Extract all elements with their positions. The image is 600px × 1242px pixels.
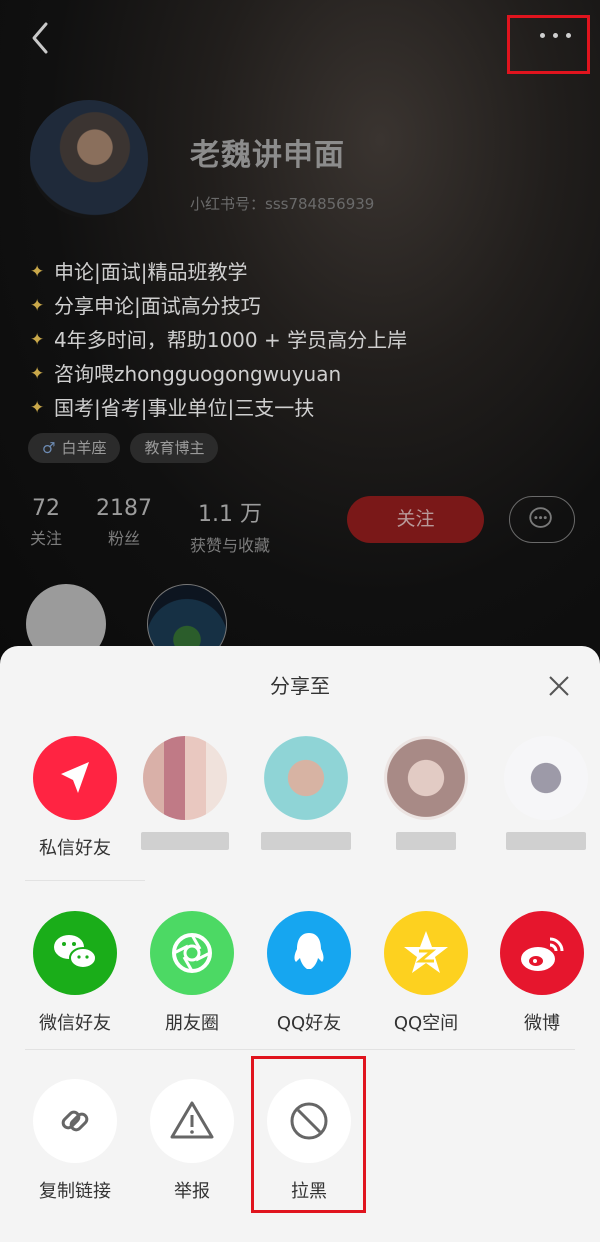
warning-icon [150,1079,234,1163]
stat-label: 粉丝 [107,529,140,548]
chat-bubble-icon [529,507,552,528]
stat-followers[interactable]: 2187 粉丝 [94,496,154,549]
bio-text: 4年多时间，帮助1000 + 学员高分上岸 [54,328,408,352]
stat-label: 获赞与收藏 [189,536,270,555]
share-label: 举报 [174,1181,210,1202]
share-label: 朋友圈 [165,1013,219,1034]
close-icon[interactable] [546,673,572,699]
share-label: 私信好友 [39,838,111,859]
bio-text: 分享申论|面试高分技巧 [54,294,261,318]
tag-category: 教育博主 [130,433,219,463]
red-id: 小红书号：sss784856939 [190,195,375,213]
sparkle-icon: ✦ [30,330,45,350]
contact-avatar [264,736,348,820]
contact-item[interactable] [256,736,356,850]
highlight-box [251,1056,366,1213]
wechat-icon [33,911,117,995]
share-label: QQ好友 [276,1013,342,1034]
contact-name [506,832,586,850]
follow-button[interactable]: 关注 [347,496,484,543]
qq-icon [267,911,351,995]
contact-item[interactable] [376,736,476,850]
share-qq[interactable]: QQ好友 [259,911,359,1035]
bio-line: ✦ 申论|面试|精品班教学 [30,255,407,289]
profile-header: 老魏讲申面 小红书号：sss784856939 ✦ 申论|面试|精品班教学 ✦ 分享… [0,0,600,664]
bio-text: 申论|面试|精品班教学 [54,260,248,284]
stat-likes[interactable]: 1.1 万 获赞与收藏 [180,496,280,556]
moments-icon [150,911,234,995]
stat-label: 关注 [29,529,62,548]
share-label: 微信好友 [39,1013,111,1034]
share-label: QQ空间 [393,1013,459,1034]
copy-link-button[interactable]: 复制链接 [25,1079,125,1203]
message-button[interactable] [509,496,575,543]
bio-text: 国考|省考|事业单位|三支一扶 [54,396,315,420]
profile-name: 老魏讲申面 [190,138,345,173]
share-weibo[interactable]: 微博 [492,911,592,1035]
contact-item[interactable] [135,736,235,850]
sparkle-icon: ✦ [30,296,45,316]
share-label: 微博 [524,1013,560,1034]
contact-item[interactable] [496,736,596,850]
share-moments[interactable]: 朋友圈 [142,911,242,1035]
share-label: 复制链接 [39,1181,111,1202]
contact-avatar [143,736,227,820]
tag-label: 白羊座 [61,439,107,457]
sparkle-icon: ✦ [30,262,45,282]
sparkle-icon: ✦ [30,398,45,418]
male-icon: ♂ [42,439,56,457]
bio-text: 咨询喂zhongguogongwuyuan [54,362,342,386]
bio-line: ✦ 4年多时间，帮助1000 + 学员高分上岸 [30,323,407,357]
stat-value: 2187 [96,496,152,521]
back-icon[interactable] [26,20,56,56]
profile-tags: ♂ 白羊座 教育博主 [28,433,219,463]
highlight-box [507,15,590,74]
tag-zodiac: ♂ 白羊座 [28,433,121,463]
share-sheet-title: 分享至 [270,674,330,698]
bio-line: ✦ 分享申论|面试高分技巧 [30,289,407,323]
bio: ✦ 申论|面试|精品班教学 ✦ 分享申论|面试高分技巧 ✦ 4年多时间，帮助1000 … [30,255,407,425]
contact-name [141,832,229,850]
stat-value: 1.1 万 [198,502,262,527]
avatar[interactable] [30,100,148,218]
contact-avatar [384,736,468,820]
share-sheet: 分享至 私信好友 微信好友 朋友圈 QQ好友 QQ空间 微博 复制链接 举报 拉… [0,646,600,1242]
contact-name [396,832,456,850]
stat-value: 72 [32,496,60,521]
divider [25,1049,575,1050]
report-button[interactable]: 举报 [142,1079,242,1203]
share-wechat[interactable]: 微信好友 [25,911,125,1035]
sparkle-icon: ✦ [30,364,45,384]
share-private-message[interactable]: 私信好友 [25,736,125,860]
bio-line: ✦ 咨询喂zhongguogongwuyuan [30,357,407,391]
bio-line: ✦ 国考|省考|事业单位|三支一扶 [30,391,407,425]
stat-following[interactable]: 72 关注 [26,496,66,549]
weibo-icon [500,911,584,995]
share-qzone[interactable]: QQ空间 [376,911,476,1035]
contact-avatar [504,736,588,820]
send-icon [33,736,117,820]
contact-name [261,832,351,850]
link-icon [33,1079,117,1163]
divider [25,880,145,881]
qzone-icon [384,911,468,995]
